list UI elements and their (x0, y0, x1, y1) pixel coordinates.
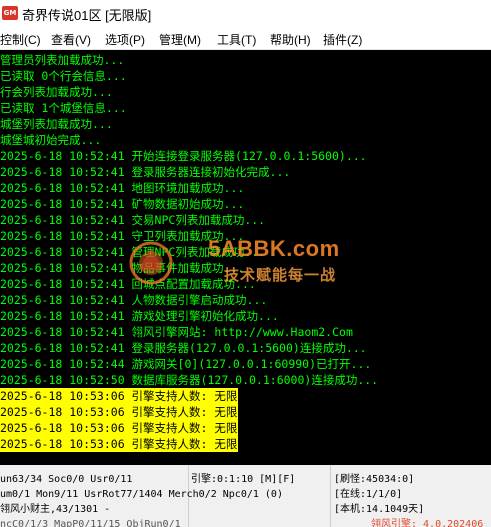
console-line: 2025-6-18 10:52:41 人物数据引擎启动成功... (0, 293, 268, 307)
console-line: 2025-6-18 10:52:41 守卫列表加载成功... (0, 229, 245, 243)
status-engine-time: 引擎:0:1:10 [M][F] (191, 474, 296, 485)
console-line: 2025-6-18 10:53:06 引擎支持人数: 无限 (0, 436, 239, 452)
console-line: 行会列表加载成功... (0, 85, 113, 99)
status-engine-version[interactable]: 翎风引擎: 4.0.202406 (371, 518, 483, 527)
status-counters-3: ncC0/1/3 MapP0/11/15 ObjRun0/1 (0, 519, 181, 527)
menu-item[interactable]: 工具(T) (217, 31, 256, 48)
console-line: 2025-6-18 10:53:06 引擎支持人数: 无限 (0, 404, 239, 420)
console-line: 2025-6-18 10:52:50 数据库服务器(127.0.0.1:6000… (0, 373, 379, 387)
console-line: 管理员列表加载成功... (0, 53, 125, 67)
status-online: [在线:1/1/0] (334, 489, 403, 500)
console-line: 2025-6-18 10:52:44 游戏网关[0](127.0.0.1:609… (0, 357, 372, 371)
console-line: 城堡列表加载成功... (0, 117, 113, 131)
console-line: 2025-6-18 10:52:41 物品事件加载成功... (0, 261, 245, 275)
console-line: 2025-6-18 10:53:06 引擎支持人数: 无限 (0, 420, 239, 436)
console-line: 2025-6-18 10:52:41 登录服务器(127.0.0.1:5600)… (0, 341, 367, 355)
console-line: 2025-6-18 10:52:41 地图环境加载成功... (0, 181, 245, 195)
status-bar: un63/34 Soc0/0 Usr0/11 引擎:0:1:10 [M][F] … (0, 465, 491, 527)
window-title: 奇界传说01区 [无限版] (22, 8, 152, 23)
menu-bar: 控制(C) 查看(V) 选项(P) 管理(M) 工具(T) 帮助(H) 插件(Z) (0, 27, 491, 50)
console-line: 2025-6-18 10:52:41 管理NPC列表加载成功... (0, 245, 266, 259)
console-log: 管理员列表加载成功... 已读取 0个行会信息... 行会列表加载成功... 已读取 … (0, 50, 491, 465)
menu-item[interactable]: 插件(Z) (323, 31, 362, 48)
console-line: 2025-6-18 10:52:41 矿物数据初始成功... (0, 197, 245, 211)
console-line: 2025-6-18 10:53:06 引擎支持人数: 无限 (0, 388, 239, 404)
status-counters-2: um0/1 Mon9/11 UsrRot77/1404 Merch0/2 Npc… (0, 489, 283, 500)
console-line: 城堡城初始完成... (0, 133, 102, 147)
menu-item[interactable]: 管理(M) (159, 31, 201, 48)
status-monster-refresh: [刷怪:45034:0] (334, 474, 415, 485)
status-divider (330, 465, 331, 527)
menu-item[interactable]: 帮助(H) (270, 31, 311, 48)
console-line: 2025-6-18 10:52:41 翎风引擎网站: http://www.Ha… (0, 325, 353, 339)
app-icon: GM (2, 6, 18, 20)
console-line: 2025-6-18 10:52:41 游戏处理引擎初始化成功... (0, 309, 279, 323)
status-uptime: [本机:14.1049天] (334, 504, 425, 515)
console-line: 2025-6-18 10:52:41 交易NPC列表加载成功... (0, 213, 266, 227)
status-user-info: 翎风小财主,43/1301 - (0, 504, 111, 515)
console-line: 2025-6-18 10:52:41 登录服务器连接初始化完成... (0, 165, 291, 179)
menu-item[interactable]: 控制(C) (0, 31, 41, 48)
menu-item[interactable]: 查看(V) (51, 31, 91, 48)
console-line: 2025-6-18 10:52:41 回城点配置加载成功... (0, 277, 256, 291)
title-bar: GM 奇界传说01区 [无限版] (0, 0, 491, 27)
status-counters-1: un63/34 Soc0/0 Usr0/11 (0, 474, 133, 485)
console-line: 已读取 0个行会信息... (0, 69, 127, 83)
console-line: 2025-6-18 10:52:41 开始连接登录服务器(127.0.0.1:5… (0, 149, 367, 163)
console-line: 已读取 1个城堡信息... (0, 101, 127, 115)
menu-item[interactable]: 选项(P) (105, 31, 145, 48)
